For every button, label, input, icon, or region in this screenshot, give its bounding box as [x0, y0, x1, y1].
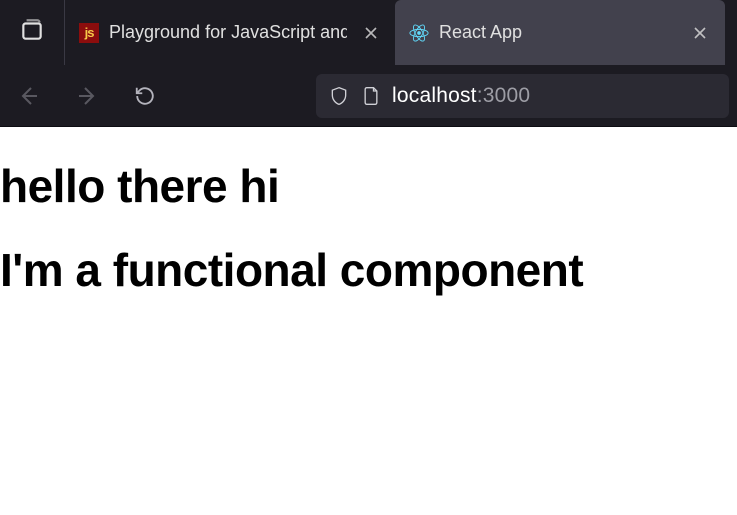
- tab-react-app[interactable]: React App: [395, 0, 725, 65]
- tabs-overview-icon: [19, 17, 45, 48]
- page-heading-1: hello there hi: [0, 159, 737, 213]
- address-port: :3000: [477, 84, 531, 107]
- address-bar[interactable]: localhost:3000: [316, 74, 729, 118]
- tab-strip: js Playground for JavaScript and R React…: [0, 0, 737, 65]
- back-button[interactable]: [4, 76, 54, 116]
- close-icon: [692, 25, 708, 41]
- reload-icon: [134, 85, 156, 107]
- tab-js-playground[interactable]: js Playground for JavaScript and R: [65, 0, 395, 65]
- toolbar: localhost:3000: [0, 65, 737, 127]
- close-icon: [363, 25, 379, 41]
- arrow-right-icon: [75, 84, 99, 108]
- address-host: localhost: [392, 84, 477, 107]
- reload-button[interactable]: [120, 76, 170, 116]
- document-icon: [360, 85, 382, 107]
- browser-chrome: js Playground for JavaScript and R React…: [0, 0, 737, 127]
- tab-title: React App: [439, 22, 679, 43]
- tab-close-button[interactable]: [361, 22, 381, 44]
- arrow-left-icon: [17, 84, 41, 108]
- favicon-js-icon: js: [79, 23, 99, 43]
- address-text: localhost:3000: [392, 84, 530, 108]
- page-heading-2: I'm a functional component: [0, 243, 737, 297]
- forward-button[interactable]: [62, 76, 112, 116]
- page-content: hello there hi I'm a functional componen…: [0, 127, 737, 515]
- tab-close-button[interactable]: [689, 22, 711, 44]
- tab-title: Playground for JavaScript and R: [109, 22, 347, 43]
- shield-icon: [328, 85, 350, 107]
- tabs-overview-button[interactable]: [0, 0, 65, 65]
- favicon-react-icon: [409, 23, 429, 43]
